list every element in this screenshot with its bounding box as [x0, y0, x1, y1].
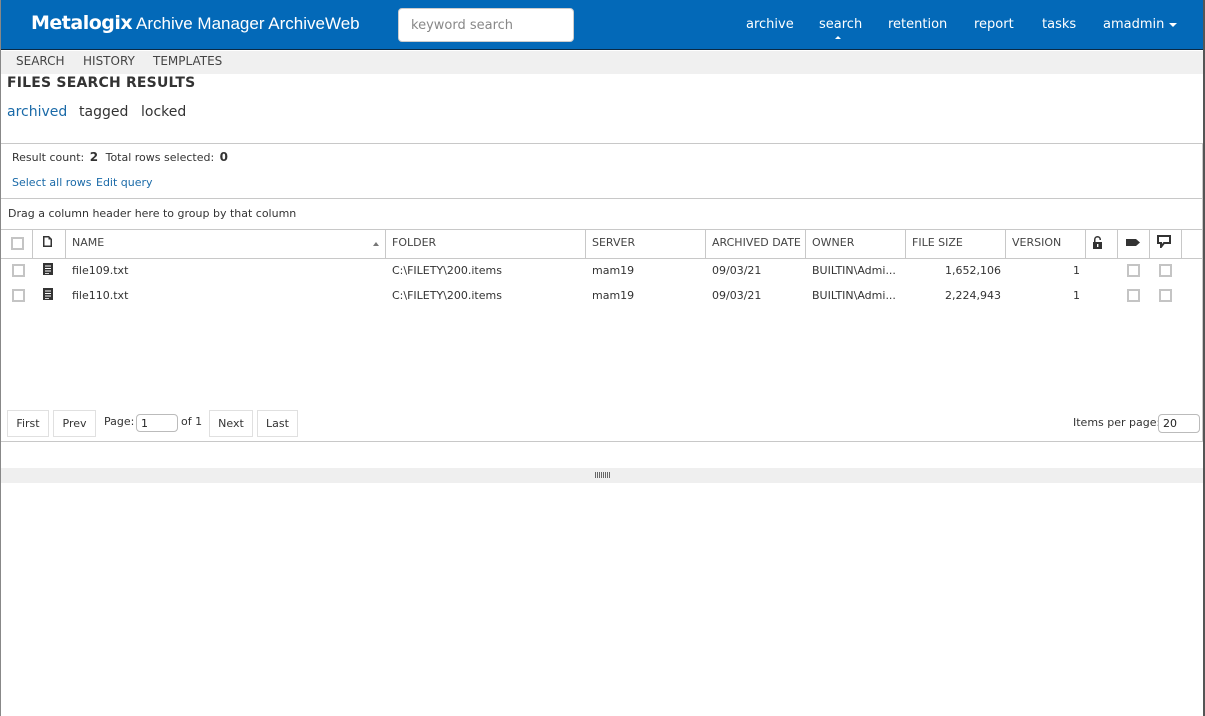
result-count-label: Result count:	[12, 151, 85, 164]
column-header-archived-date[interactable]: ARCHIVED DATE	[706, 230, 806, 259]
column-label: NAME	[72, 236, 105, 249]
tab-templates[interactable]: TEMPLATES	[153, 54, 222, 68]
cell-owner: BUILTIN\Admi...	[812, 264, 896, 277]
table-row[interactable]: file109.txt C:\FILETY\200.items mam19 09…	[1, 259, 1203, 284]
column-label: VERSION	[1012, 236, 1062, 249]
app-title: Archive Manager ArchiveWeb	[136, 14, 360, 33]
tagged-checkbox[interactable]	[1127, 264, 1140, 277]
filter-locked[interactable]: locked	[141, 104, 186, 120]
rows-selected-label: Total rows selected:	[105, 151, 215, 164]
row-checkbox[interactable]	[12, 264, 25, 277]
column-label: FOLDER	[392, 236, 437, 249]
first-page-button[interactable]: First	[7, 410, 49, 437]
result-count: 2	[89, 150, 99, 164]
comment-checkbox[interactable]	[1159, 264, 1172, 277]
user-name: amadmin	[1103, 17, 1165, 32]
nav-retention[interactable]: retention	[888, 17, 947, 32]
file-icon	[43, 236, 52, 247]
cell-name[interactable]: file109.txt	[72, 264, 128, 277]
tab-search[interactable]: SEARCH	[16, 54, 65, 68]
column-header-locked[interactable]	[1086, 230, 1118, 259]
cell-file-size: 1,652,106	[945, 264, 1001, 277]
tag-icon	[1126, 239, 1140, 246]
column-header-comment[interactable]	[1150, 230, 1182, 259]
result-summary: Result count: 2 Total rows selected: 0	[12, 150, 232, 164]
table-row[interactable]: file110.txt C:\FILETY\200.items mam19 09…	[1, 284, 1203, 309]
filter-tagged[interactable]: tagged	[79, 104, 128, 120]
nav-search[interactable]: search	[819, 17, 862, 32]
column-header-server[interactable]: SERVER	[586, 230, 706, 259]
page-count-label: of 1	[181, 415, 203, 428]
top-navbar: Metalogix Archive Manager ArchiveWeb arc…	[0, 0, 1205, 50]
column-header-tagged[interactable]	[1118, 230, 1150, 259]
group-by-drop-zone[interactable]: Drag a column header here to group by th…	[8, 207, 296, 220]
filter-archived[interactable]: archived	[7, 104, 67, 120]
sort-ascending-icon	[373, 242, 379, 246]
edit-query-link[interactable]: Edit query	[96, 176, 153, 189]
nav-tasks[interactable]: tasks	[1042, 17, 1076, 32]
cell-server: mam19	[592, 289, 635, 302]
cell-version: 1	[1073, 289, 1080, 302]
column-label: OWNER	[812, 236, 855, 249]
cell-folder: C:\FILETY\200.items	[392, 264, 502, 277]
cell-folder: C:\FILETY\200.items	[392, 289, 502, 302]
column-label: SERVER	[592, 236, 636, 249]
column-label: ARCHIVED DATE	[712, 236, 801, 249]
prev-page-button[interactable]: Prev	[53, 410, 96, 437]
pane-splitter[interactable]	[0, 468, 1205, 483]
column-header-folder[interactable]: FOLDER	[386, 230, 586, 259]
comment-icon	[1157, 235, 1171, 248]
sub-tabs: SEARCH HISTORY TEMPLATES	[0, 51, 1205, 74]
cell-version: 1	[1073, 264, 1080, 277]
tagged-checkbox[interactable]	[1127, 289, 1140, 302]
row-checkbox[interactable]	[12, 289, 25, 302]
select-all-rows-link[interactable]: Select all rows	[12, 176, 92, 189]
column-header-version[interactable]: VERSION	[1006, 230, 1086, 259]
last-page-button[interactable]: Last	[257, 410, 298, 437]
select-all-column	[1, 230, 33, 259]
text-file-icon	[43, 263, 53, 275]
nav-report[interactable]: report	[974, 17, 1014, 32]
cell-name[interactable]: file110.txt	[72, 289, 128, 302]
lock-icon	[1093, 236, 1102, 249]
column-header-file-size[interactable]: FILE SIZE	[906, 230, 1006, 259]
window-border-left	[0, 0, 1, 716]
items-per-page-input[interactable]	[1158, 414, 1200, 433]
brand-logo[interactable]: Metalogix	[31, 12, 133, 34]
column-label: FILE SIZE	[912, 236, 963, 249]
page-label: Page:	[104, 415, 135, 428]
tab-history[interactable]: HISTORY	[83, 54, 135, 68]
column-header-name[interactable]: NAME	[66, 230, 386, 259]
cell-owner: BUILTIN\Admi...	[812, 289, 896, 302]
rows-selected-count: 0	[219, 150, 229, 164]
page-title: FILES SEARCH RESULTS	[7, 75, 196, 91]
file-type-column[interactable]	[33, 230, 66, 259]
divider	[1, 198, 1203, 199]
cell-file-size: 2,224,943	[945, 289, 1001, 302]
column-header-owner[interactable]: OWNER	[806, 230, 906, 259]
chevron-down-icon	[1169, 22, 1178, 27]
grid-header: NAME FOLDER SERVER ARCHIVED DATE OWNER F…	[1, 230, 1203, 259]
select-all-checkbox[interactable]	[11, 237, 24, 250]
active-indicator-icon	[835, 36, 841, 39]
text-file-icon	[43, 288, 53, 300]
keyword-search-input[interactable]	[398, 8, 574, 42]
comment-checkbox[interactable]	[1159, 289, 1172, 302]
cell-archived-date: 09/03/21	[712, 289, 762, 302]
page-number-input[interactable]	[136, 414, 178, 432]
cell-archived-date: 09/03/21	[712, 264, 762, 277]
next-page-button[interactable]: Next	[209, 410, 253, 437]
drag-handle-icon[interactable]	[595, 472, 611, 478]
user-menu[interactable]: amadmin	[1103, 17, 1178, 32]
cell-server: mam19	[592, 264, 635, 277]
nav-archive[interactable]: archive	[746, 17, 794, 32]
column-spacer	[1182, 230, 1203, 259]
items-per-page-label: Items per page:	[1073, 416, 1161, 429]
